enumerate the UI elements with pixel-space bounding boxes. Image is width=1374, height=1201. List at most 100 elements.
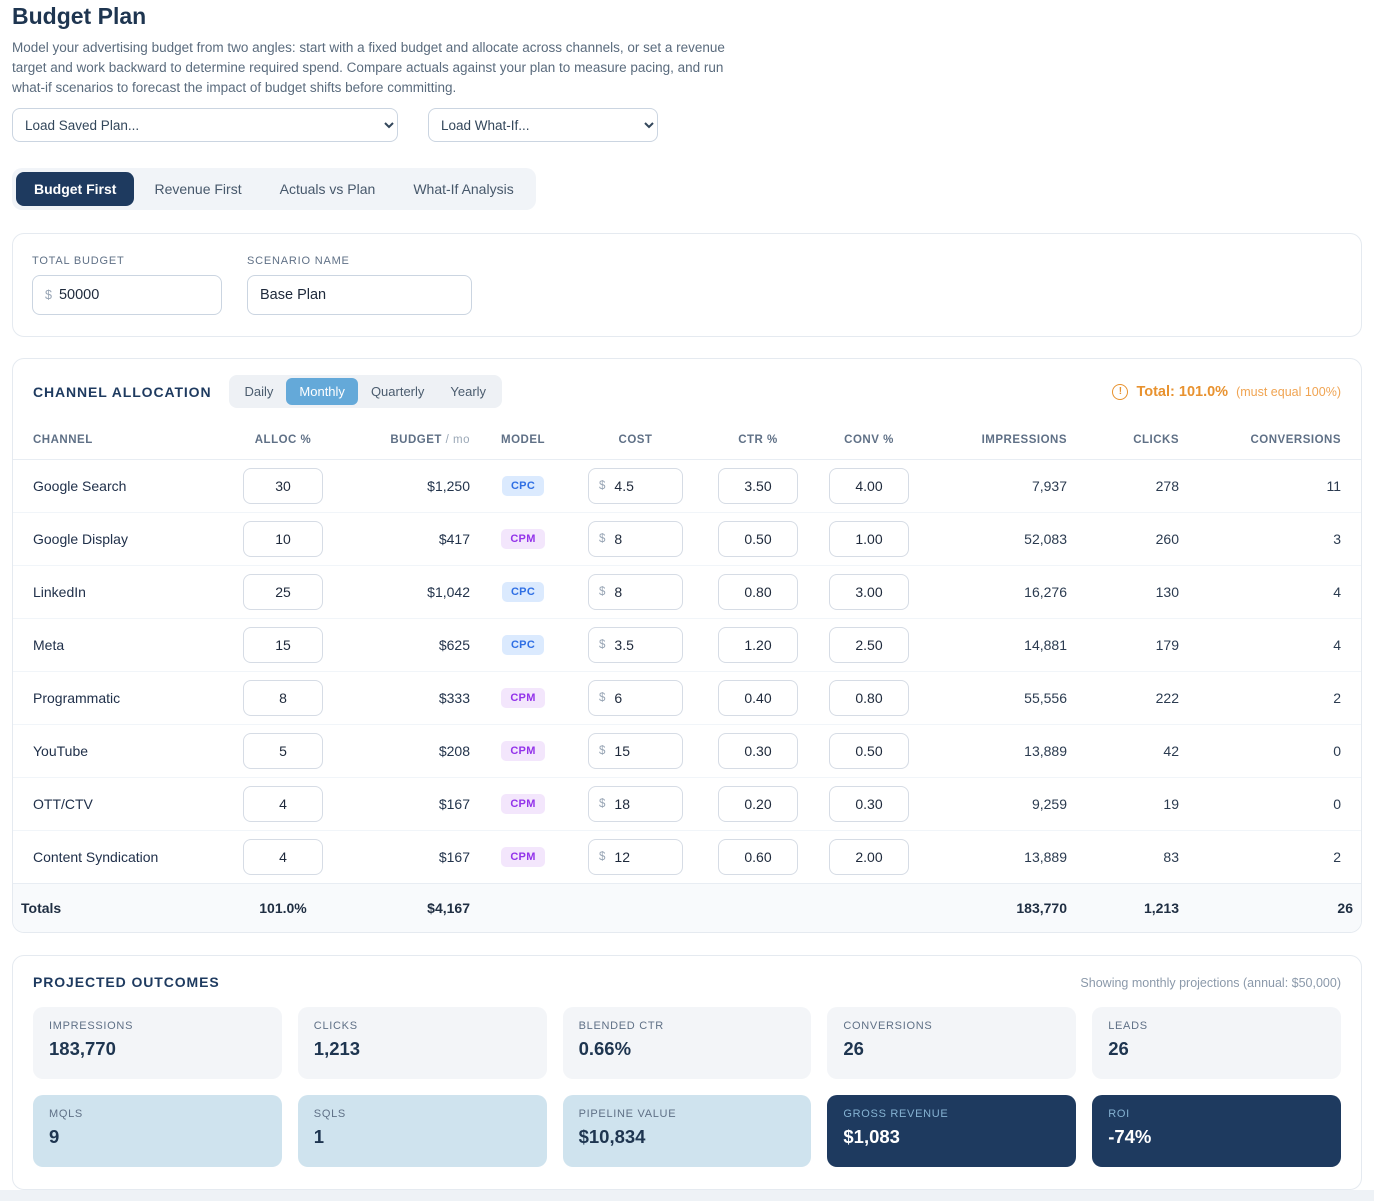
table-row: Meta $625 CPC $ 14,881 179 4 <box>13 619 1361 672</box>
metric-card-mqls: MQLS 9 <box>33 1095 282 1167</box>
metric-card-sqls: SQLS 1 <box>298 1095 547 1167</box>
cost-input[interactable] <box>614 531 672 547</box>
conv-input[interactable] <box>829 627 909 663</box>
conversions-value: 11 <box>1187 460 1361 513</box>
col-conversions: CONVERSIONS <box>1187 421 1361 460</box>
ctr-input[interactable] <box>718 627 798 663</box>
cost-input-wrap: $ <box>588 733 683 769</box>
period-quarterly[interactable]: Quarterly <box>358 378 437 405</box>
col-conv: CONV % <box>813 421 925 460</box>
cost-input-wrap: $ <box>588 574 683 610</box>
cost-input[interactable] <box>614 637 672 653</box>
metric-value: 1 <box>314 1126 531 1148</box>
dollar-prefix: $ <box>599 533 605 545</box>
cost-input[interactable] <box>614 478 672 494</box>
col-clicks: CLICKS <box>1075 421 1187 460</box>
alloc-input[interactable] <box>243 574 323 610</box>
metric-value: $10,834 <box>579 1126 796 1148</box>
metric-label: LEADS <box>1108 1020 1325 1032</box>
metric-value: 26 <box>843 1038 1060 1060</box>
total-budget-input-wrap: $ <box>32 275 222 315</box>
model-badge: CPC <box>502 476 544 496</box>
ctr-input[interactable] <box>718 839 798 875</box>
cost-input[interactable] <box>614 796 672 812</box>
page-description: Model your advertising budget from two a… <box>12 38 747 98</box>
channel-name: YouTube <box>13 725 228 778</box>
conv-input[interactable] <box>829 468 909 504</box>
tab-what-if-analysis[interactable]: What-If Analysis <box>395 172 531 206</box>
conversions-value: 0 <box>1187 725 1361 778</box>
metric-label: ROI <box>1108 1108 1325 1120</box>
scenario-name-field: SCENARIO NAME <box>247 255 472 315</box>
projected-outcomes-card: PROJECTED OUTCOMES Showing monthly proje… <box>12 955 1362 1190</box>
alloc-input[interactable] <box>243 680 323 716</box>
metric-label: BLENDED CTR <box>579 1020 796 1032</box>
tab-budget-first[interactable]: Budget First <box>16 172 134 206</box>
conv-input[interactable] <box>829 574 909 610</box>
ctr-input[interactable] <box>718 680 798 716</box>
tab-actuals-vs-plan[interactable]: Actuals vs Plan <box>262 172 394 206</box>
clicks-value: 83 <box>1075 831 1187 884</box>
table-row: LinkedIn $1,042 CPC $ 16,276 130 4 <box>13 566 1361 619</box>
budget-card: TOTAL BUDGET $ SCENARIO NAME <box>12 233 1362 337</box>
impressions-value: 16,276 <box>925 566 1075 619</box>
conv-input[interactable] <box>829 786 909 822</box>
totals-budget: $4,167 <box>338 884 478 932</box>
load-what-if-select[interactable]: Load What-If... <box>428 108 658 142</box>
ctr-input[interactable] <box>718 468 798 504</box>
cost-input[interactable] <box>614 584 672 600</box>
clicks-value: 222 <box>1075 672 1187 725</box>
model-badge: CPM <box>501 794 544 814</box>
period-monthly[interactable]: Monthly <box>286 378 358 405</box>
table-row: Content Syndication $167 CPM $ 13,889 83… <box>13 831 1361 884</box>
channel-name: OTT/CTV <box>13 778 228 831</box>
alloc-input[interactable] <box>243 786 323 822</box>
model-badge: CPM <box>501 529 544 549</box>
metric-card-pipeline-value: PIPELINE VALUE $10,834 <box>563 1095 812 1167</box>
cost-input[interactable] <box>614 690 672 706</box>
tab-bar: Budget FirstRevenue FirstActuals vs Plan… <box>12 168 536 210</box>
ctr-input[interactable] <box>718 733 798 769</box>
total-budget-input[interactable] <box>59 287 209 303</box>
metric-label: IMPRESSIONS <box>49 1020 266 1032</box>
totals-alloc: 101.0% <box>228 884 338 932</box>
clicks-value: 260 <box>1075 513 1187 566</box>
metric-card-leads: LEADS 26 <box>1092 1007 1341 1079</box>
alloc-input[interactable] <box>243 733 323 769</box>
dollar-prefix: $ <box>45 288 52 302</box>
metric-label: CLICKS <box>314 1020 531 1032</box>
metric-card-gross-revenue: GROSS REVENUE $1,083 <box>827 1095 1076 1167</box>
budget-value: $167 <box>338 778 478 831</box>
alloc-input[interactable] <box>243 521 323 557</box>
cost-input[interactable] <box>614 849 672 865</box>
period-daily[interactable]: Daily <box>232 378 287 405</box>
cost-input-wrap: $ <box>588 521 683 557</box>
ctr-input[interactable] <box>718 574 798 610</box>
tab-revenue-first[interactable]: Revenue First <box>136 172 259 206</box>
ctr-input[interactable] <box>718 521 798 557</box>
scenario-name-input[interactable] <box>260 287 459 303</box>
totals-conversions: 26 <box>1187 884 1361 932</box>
metric-label: PIPELINE VALUE <box>579 1108 796 1120</box>
alloc-input[interactable] <box>243 468 323 504</box>
metric-card-blended-ctr: BLENDED CTR 0.66% <box>563 1007 812 1079</box>
ctr-input[interactable] <box>718 786 798 822</box>
cost-input[interactable] <box>614 743 672 759</box>
conv-input[interactable] <box>829 839 909 875</box>
budget-plan-page: Budget Plan Model your advertising budge… <box>0 0 1374 1190</box>
cost-input-wrap: $ <box>588 680 683 716</box>
col-impressions: IMPRESSIONS <box>925 421 1075 460</box>
load-saved-plan-select[interactable]: Load Saved Plan... <box>12 108 398 142</box>
conversions-value: 2 <box>1187 672 1361 725</box>
alloc-input[interactable] <box>243 627 323 663</box>
dollar-prefix: $ <box>599 851 605 863</box>
conversions-value: 3 <box>1187 513 1361 566</box>
conv-input[interactable] <box>829 733 909 769</box>
conv-input[interactable] <box>829 521 909 557</box>
alloc-input[interactable] <box>243 839 323 875</box>
impressions-value: 52,083 <box>925 513 1075 566</box>
conv-input[interactable] <box>829 680 909 716</box>
table-row: OTT/CTV $167 CPM $ 9,259 19 0 <box>13 778 1361 831</box>
period-yearly[interactable]: Yearly <box>437 378 499 405</box>
clicks-value: 42 <box>1075 725 1187 778</box>
